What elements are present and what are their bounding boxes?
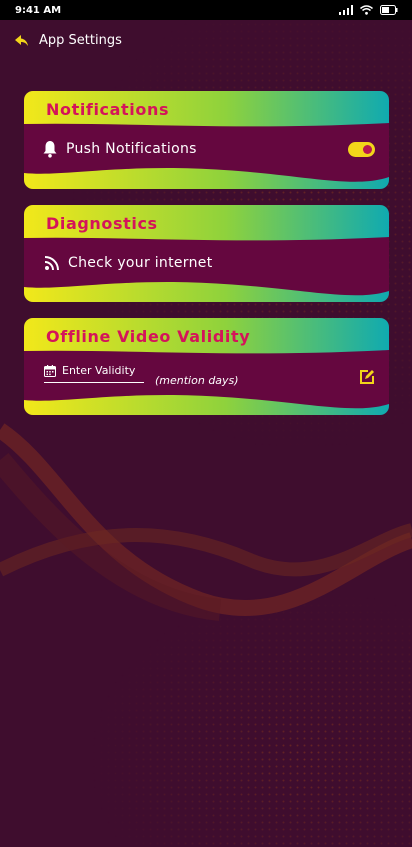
push-notifications-row: Push Notifications	[42, 140, 197, 158]
calendar-icon	[44, 364, 56, 377]
status-time: 9:41 AM	[15, 4, 62, 16]
diagnostics-card: Diagnostics Check your internet	[24, 205, 389, 302]
check-internet-label: Check your internet	[68, 255, 213, 271]
notifications-card: Notifications Push Notifications	[24, 91, 389, 189]
validity-placeholder: Enter Validity	[62, 364, 136, 377]
validity-hint: (mention days)	[155, 374, 239, 387]
page-title: App Settings	[39, 33, 122, 48]
rss-icon	[44, 256, 59, 271]
notifications-title: Notifications	[46, 100, 170, 119]
offline-validity-card: Offline Video Validity Enter Validity (m…	[24, 318, 389, 415]
toggle-knob	[363, 145, 372, 154]
status-icons	[339, 5, 398, 15]
battery-icon	[380, 5, 398, 15]
push-notifications-label: Push Notifications	[66, 141, 197, 157]
wifi-icon	[360, 5, 373, 15]
diagnostics-title: Diagnostics	[46, 214, 158, 233]
signal-icon	[339, 5, 353, 15]
back-arrow-icon[interactable]	[14, 34, 29, 48]
validity-input[interactable]: Enter Validity	[44, 364, 144, 383]
bell-icon	[43, 141, 57, 158]
app-header: App Settings	[14, 33, 122, 48]
check-internet-row[interactable]: Check your internet	[44, 255, 213, 271]
status-bar: 9:41 AM	[0, 0, 412, 20]
edit-icon[interactable]	[359, 369, 375, 385]
offline-validity-title: Offline Video Validity	[46, 327, 251, 346]
push-notifications-toggle[interactable]	[348, 142, 375, 157]
